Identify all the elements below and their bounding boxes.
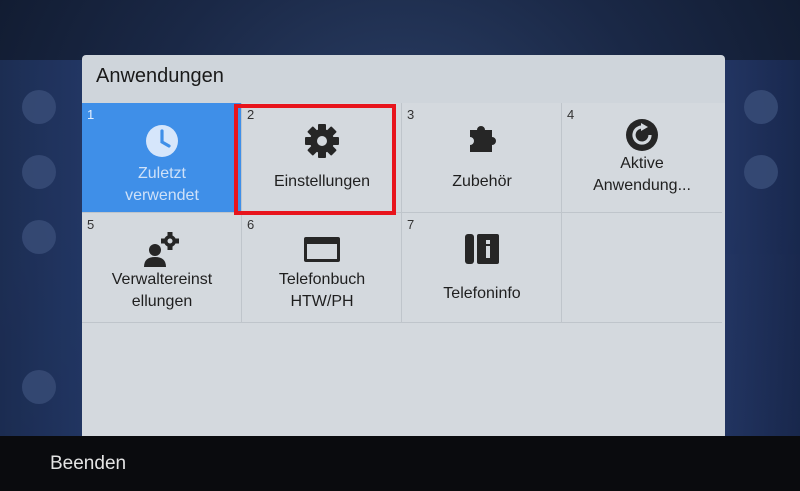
- dialog-title: Anwendungen: [96, 65, 224, 87]
- background-side-panel: [722, 60, 800, 440]
- softkey-bar: Beenden: [0, 436, 800, 491]
- exit-softkey[interactable]: Beenden: [50, 453, 126, 475]
- tile-number: 3: [407, 107, 415, 122]
- app-tile-recent[interactable]: 1 Zuletzt verwendet: [82, 103, 242, 213]
- tile-label: Telefonbuch HTW/PH: [278, 271, 366, 310]
- phone-info-icon: [402, 229, 562, 269]
- admin-settings-icon: [82, 229, 242, 269]
- active-app-icon: [562, 115, 722, 155]
- app-tile-empty: [562, 213, 722, 323]
- applications-dialog: Anwendungen 1 Zuletzt verwendet 2 Einste…: [82, 55, 725, 440]
- tile-label: Zuletzt verwendet: [125, 165, 199, 204]
- tile-number: 1: [87, 107, 95, 122]
- applications-grid: 1 Zuletzt verwendet 2 Einstellungen 3 Zu…: [82, 103, 725, 440]
- app-tile-phone-info[interactable]: 7 Telefoninfo: [402, 213, 562, 323]
- tile-label: Telefoninfo: [443, 285, 521, 302]
- app-tile-phonebook[interactable]: 6 Telefonbuch HTW/PH: [242, 213, 402, 323]
- app-tile-accessories[interactable]: 3 Zubehör: [402, 103, 562, 213]
- tile-label: Zubehör: [452, 173, 512, 190]
- background-line-list: [0, 60, 82, 440]
- tile-label: Verwaltereinst ellungen: [111, 271, 213, 310]
- app-tile-admin-settings[interactable]: 5 Verwaltereinst ellungen: [82, 213, 242, 323]
- app-tile-active-apps[interactable]: 4 Aktive Anwendung...: [562, 103, 722, 213]
- directory-window-icon: [242, 229, 402, 269]
- highlight-box: [234, 104, 396, 215]
- puzzle-icon: [402, 121, 562, 161]
- clock-icon: [82, 121, 242, 161]
- tile-label: Aktive Anwendung...: [593, 155, 691, 194]
